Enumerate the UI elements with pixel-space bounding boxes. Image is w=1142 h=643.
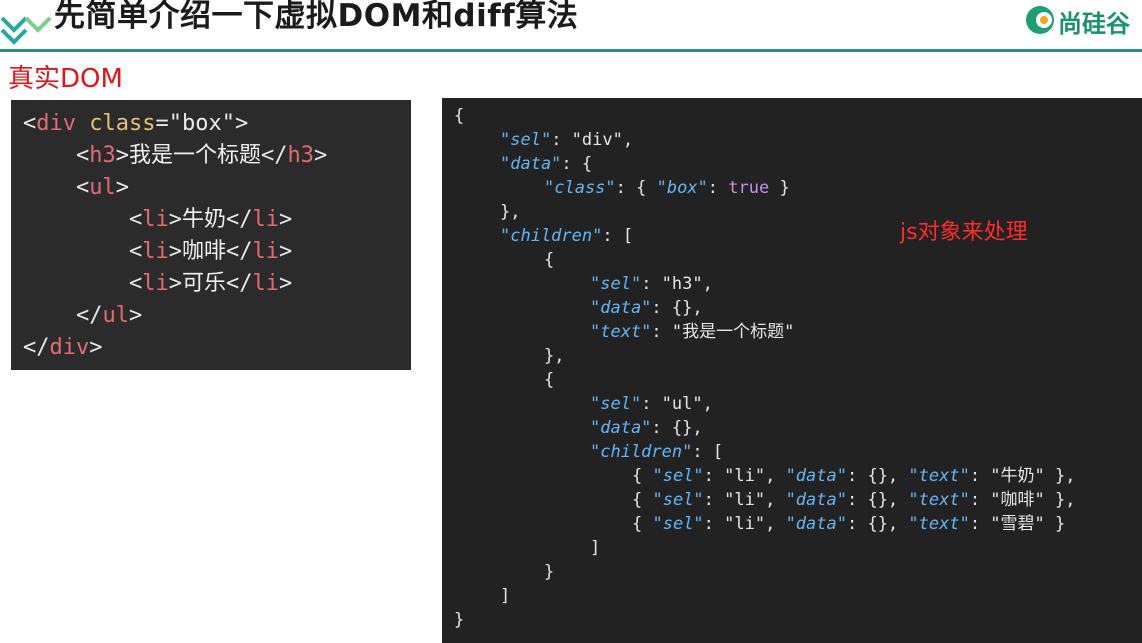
json-code-line: { xyxy=(544,370,555,390)
page-title: 先简单介绍一下虚拟DOM和diff算法 xyxy=(54,0,579,34)
json-code-line: }, xyxy=(500,202,521,222)
json-code-line: } xyxy=(454,610,465,630)
html-code-line: <div class="box"> xyxy=(23,111,249,136)
json-code-line: { xyxy=(454,106,465,126)
json-code-line: }, xyxy=(544,346,565,366)
json-code-line: "data": {}, xyxy=(590,418,703,438)
brand-logo: 尚硅谷 xyxy=(1022,6,1142,42)
html-code-line: <li>可乐</li> xyxy=(128,271,293,296)
html-code-line: </ul> xyxy=(75,303,143,328)
json-code-line: "sel": "h3", xyxy=(590,274,713,294)
json-code-line: "data": {}, xyxy=(590,298,703,318)
json-code-line: "text": "我是一个标题" xyxy=(590,322,795,342)
header-bar: 先简单介绍一下虚拟DOM和diff算法 尚硅谷 xyxy=(0,0,1142,54)
json-code-line: } xyxy=(544,562,555,582)
html-code-panel: <div class="box"> <h3>我是一个标题</h3> <ul> <… xyxy=(11,100,411,370)
json-code-line: ] xyxy=(500,586,511,606)
html-code-line: <ul> xyxy=(75,175,129,200)
json-code-line: { xyxy=(544,250,555,270)
brand-text: 尚硅谷 xyxy=(1058,10,1130,38)
json-code-line: "data": { xyxy=(500,154,593,174)
html-code-line: <li>咖啡</li> xyxy=(128,239,293,264)
json-code-line: { "sel": "li", "data": {}, "text": "雪碧" … xyxy=(632,514,1066,534)
brand-circle-icon xyxy=(1026,6,1054,34)
annotation-label: js对象来处理 xyxy=(900,220,1028,245)
json-code-line: { "sel": "li", "data": {}, "text": "咖啡" … xyxy=(632,490,1076,510)
json-code-line: { "sel": "li", "data": {}, "text": "牛奶" … xyxy=(632,466,1076,486)
json-code-line: "sel": "div", xyxy=(500,130,634,150)
header-divider xyxy=(0,49,1142,52)
json-code-line: ] xyxy=(590,538,601,558)
json-code-line: "class": { "box": true } xyxy=(544,178,790,198)
json-code-panel: { "sel": "div", "data": { "class": { "bo… xyxy=(442,98,1142,643)
html-code-line: </div> xyxy=(23,335,103,360)
html-code-line: <li>牛奶</li> xyxy=(128,207,293,232)
json-code-line: "children": [ xyxy=(590,442,724,462)
json-code-line: "children": [ xyxy=(500,226,634,246)
chevron-logo-icon xyxy=(0,16,52,45)
html-code-line: <h3>我是一个标题</h3> xyxy=(75,143,328,168)
section-subtitle: 真实DOM xyxy=(8,64,123,94)
json-code-line: "sel": "ul", xyxy=(590,394,713,414)
